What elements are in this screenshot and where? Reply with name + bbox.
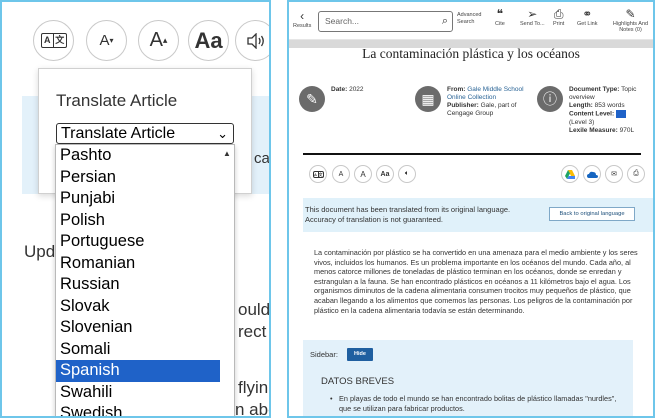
background-text: rect [238,322,267,341]
language-option[interactable]: Slovenian [56,317,234,339]
language-option[interactable]: Portuguese [56,231,234,253]
print-button[interactable]: ⎙ Print [553,7,564,27]
background-text: Upd [24,242,56,261]
send-to-button[interactable]: ➢ Send To... [520,7,545,27]
listen-button[interactable]: 🔈︎ [398,165,416,183]
email-button[interactable]: ✉ [605,165,623,183]
language-option[interactable]: Pashto [56,145,234,167]
section-rule [303,153,641,155]
language-option[interactable]: Russian [56,274,234,296]
translate-button[interactable]: A 文 [309,165,327,183]
google-drive-button[interactable] [561,165,579,183]
sidebar-heading: DATOS BREVES [321,376,395,387]
language-option[interactable]: Swedish [56,403,234,416]
cite-icon: ❝ [496,7,504,21]
translate-icon: A 文 [312,170,324,178]
back-to-original-button[interactable]: Back to original language [549,207,635,221]
highlights-button[interactable]: ✎ Highlights And Notes (0) [608,7,653,33]
print-icon: ⎙ [553,7,564,21]
font-decrease-button[interactable]: A ▾ [86,20,127,61]
print-button[interactable]: ⎙ [627,165,645,183]
search-input[interactable]: Search... ⌕ [318,11,453,32]
advanced-search-link[interactable]: Advanced Search [457,12,481,26]
listen-button[interactable] [235,20,269,61]
translate-button[interactable]: A 文 [33,20,74,61]
font-decrease-button[interactable]: A [332,165,350,183]
language-dropdown-list[interactable]: Pashto Persian Punjabi Polish Portuguese Roma… [55,144,235,416]
level-badge-icon [615,110,626,118]
font-style-button[interactable]: Aa [376,165,394,183]
language-option[interactable]: Slovak [56,296,234,318]
send-icon: ➢ [527,7,538,21]
right-panel: ‹ Results Search... ⌕ Advanced Search ❝ … [287,0,655,418]
font-increase-button[interactable]: A [354,165,372,183]
dropdown-scrollbar[interactable]: ▲ [220,145,234,416]
chevron-down-icon: ⌄ [217,126,228,141]
background-text: n abo [235,400,269,418]
envelope-icon: ✉ [611,171,617,178]
language-option[interactable]: Spanish [56,360,234,382]
link-icon: ⚭ [582,7,593,21]
google-drive-icon [565,169,575,179]
speaker-icon [246,32,264,49]
print-icon: ⎙ [633,170,639,177]
article-body: La contaminación por plástico se ha conv… [314,248,638,315]
source-meta: From: Gale Middle School Online Collecti… [447,86,524,117]
speaker-icon: 🔈︎ [404,170,410,177]
language-option[interactable]: Romanian [56,253,234,275]
left-panel: A 文 A▾ A▴ Aa cat Upd ould rect flyin n a… [0,0,271,418]
background-text: ould [238,300,271,319]
sidebar-bullet: En playas de todo el mundo se han encont… [330,394,625,413]
article-title: La contaminación plástica y los océanos [362,46,580,61]
translation-notice: This document has been translated from i… [303,198,653,232]
language-option[interactable]: Somali [56,339,234,361]
language-option[interactable]: Persian [56,167,234,189]
get-link-button[interactable]: ⚭ Get Link [577,7,597,27]
onedrive-button[interactable] [583,165,601,183]
results-button[interactable]: ‹ Results [293,9,311,29]
language-option[interactable]: Polish [56,210,234,232]
background-text: flyin [238,378,269,397]
pencil-icon: ✎ [625,7,636,21]
date-meta: Date: 2022 [331,86,364,93]
hide-sidebar-button[interactable]: Hide [347,348,373,361]
document-meta: Document Type: Topic overview Length: 85… [569,86,637,134]
chevron-left-icon: ‹ [300,9,305,23]
top-toolbar: ‹ Results Search... ⌕ Advanced Search ❝ … [289,2,653,40]
popup-title: Translate Article [56,91,178,110]
background-text: cat [254,150,270,167]
cite-button[interactable]: ❝ Cite [495,7,505,27]
language-option[interactable]: Punjabi [56,188,234,210]
font-increase-button[interactable]: A ▴ [138,20,179,61]
cloud-icon [586,171,598,178]
translate-icon: A 文 [40,33,67,48]
sidebar-label: Sidebar: [310,350,338,359]
scroll-up-icon: ▲ [223,149,231,158]
building-icon: ▦ [415,86,441,112]
pencil-icon: ✎ [299,86,325,112]
language-option[interactable]: Swahili [56,382,234,404]
language-select[interactable]: Translate Article ⌄ [56,123,234,144]
search-icon: ⌕ [441,15,448,27]
info-icon: ⓘ [537,86,563,112]
font-style-button[interactable]: Aa [188,20,229,61]
